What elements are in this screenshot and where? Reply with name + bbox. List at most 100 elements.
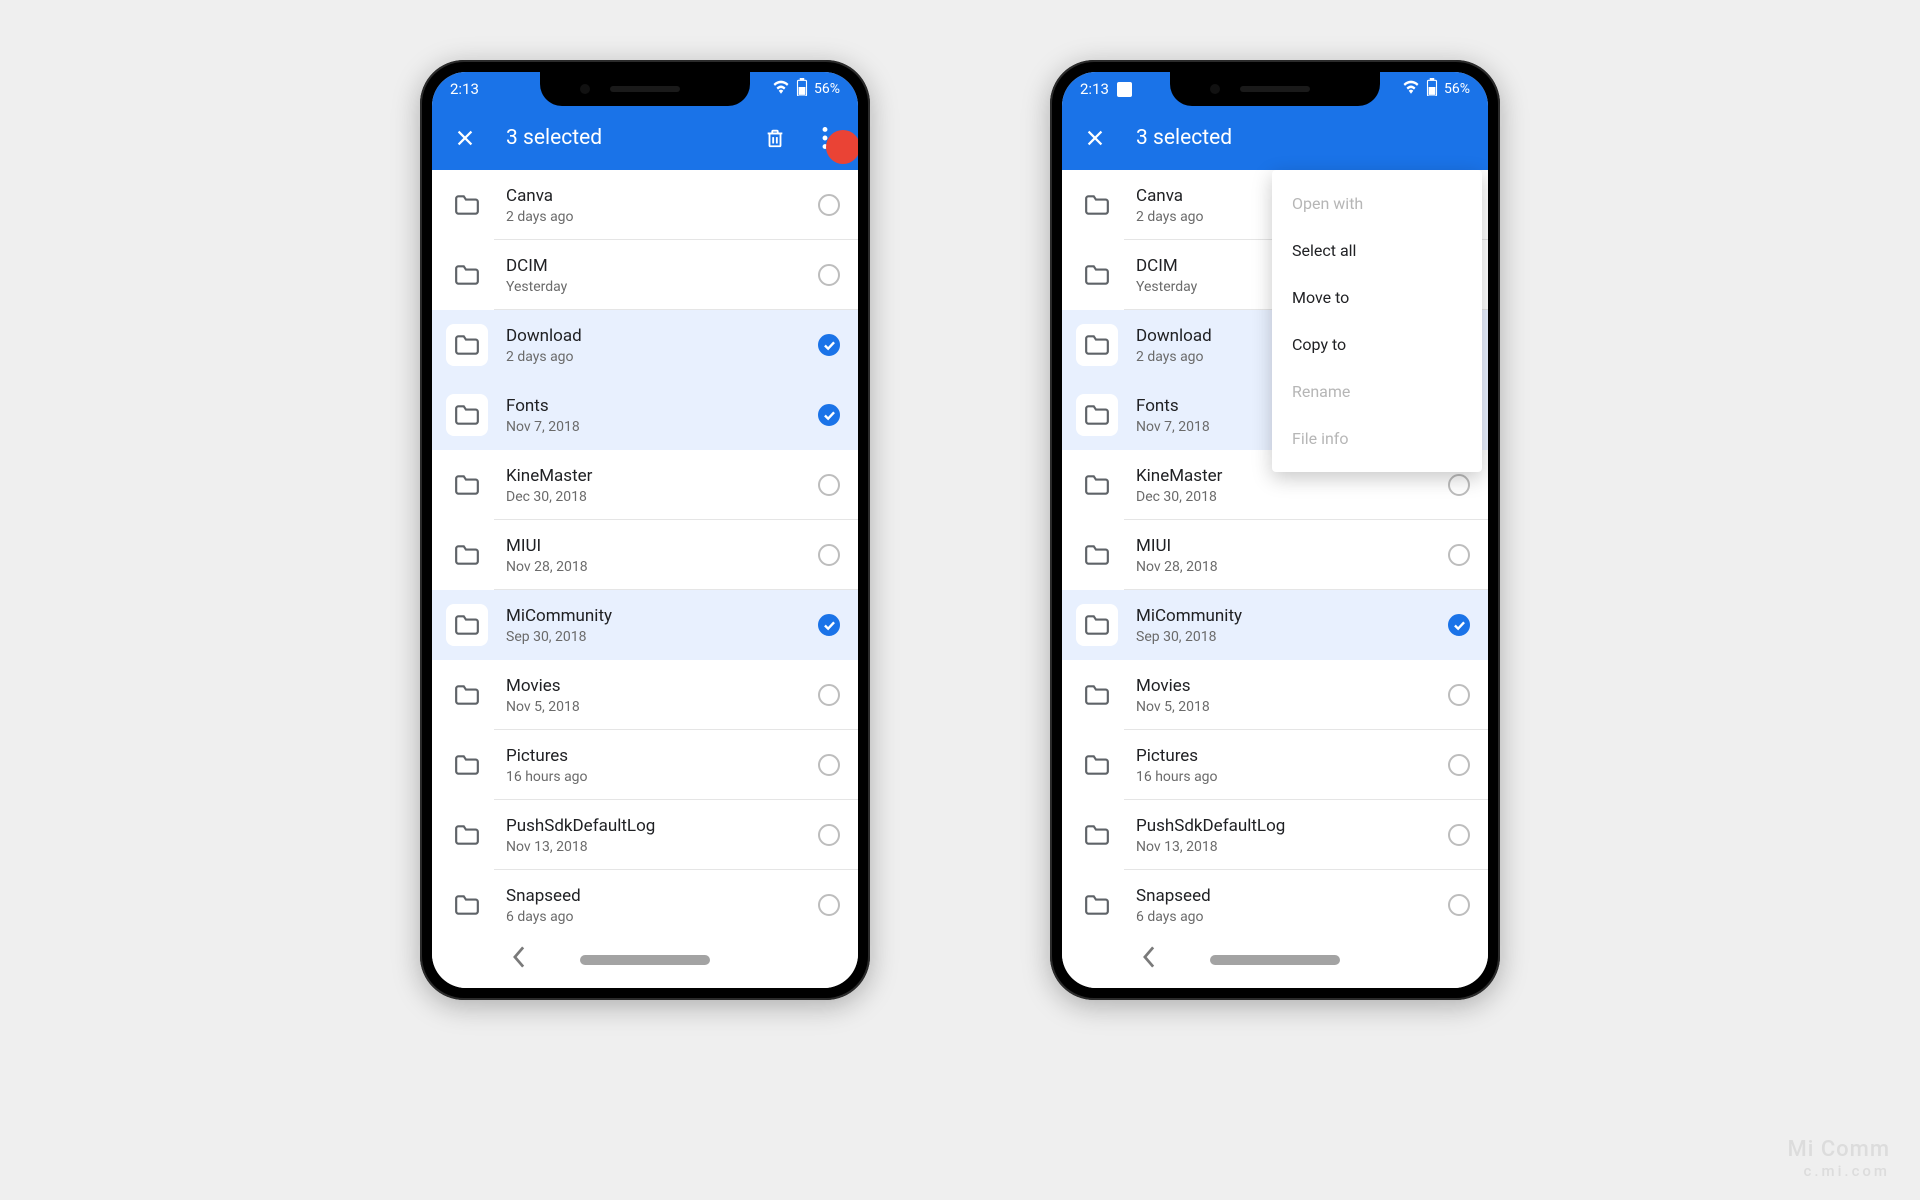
folder-icon <box>450 258 484 292</box>
folder-list[interactable]: Canva 2 days ago DCIMYesterday Download 2 da… <box>432 170 858 932</box>
checkbox-unchecked-icon[interactable] <box>1448 544 1470 566</box>
delete-button[interactable] <box>762 125 788 151</box>
folder-icon <box>450 678 484 712</box>
status-time: 2:13 <box>450 80 479 98</box>
checkbox-unchecked-icon[interactable] <box>1448 824 1470 846</box>
checkbox-checked-icon[interactable] <box>818 334 840 356</box>
folder-name: MIUI <box>1136 536 1448 556</box>
folder-row[interactable]: Download 2 days ago <box>432 310 858 380</box>
folder-icon <box>1080 818 1114 852</box>
folder-timestamp: Sep 30, 2018 <box>1136 629 1448 645</box>
folder-timestamp: 16 hours ago <box>506 769 818 785</box>
folder-icon <box>1080 188 1114 222</box>
battery-icon <box>1426 78 1438 100</box>
folder-icon <box>1080 888 1114 922</box>
checkbox-unchecked-icon[interactable] <box>818 544 840 566</box>
folder-timestamp: Nov 28, 2018 <box>506 559 818 575</box>
phone-left: 2:13 56% 3 selected <box>420 60 870 1000</box>
system-nav-bar <box>432 932 858 988</box>
menu-item[interactable]: Copy to <box>1272 321 1482 368</box>
folder-row[interactable]: MIUI Nov 28, 2018 <box>432 520 858 590</box>
folder-timestamp: 2 days ago <box>506 349 818 365</box>
folder-icon <box>450 188 484 222</box>
folder-timestamp: 16 hours ago <box>1136 769 1448 785</box>
folder-icon <box>450 748 484 782</box>
checkbox-unchecked-icon[interactable] <box>818 754 840 776</box>
folder-row[interactable]: KineMasterDec 30, 2018 <box>432 450 858 520</box>
folder-timestamp: 2 days ago <box>506 209 818 225</box>
folder-icon <box>1080 748 1114 782</box>
folder-name: Pictures <box>1136 746 1448 766</box>
back-button[interactable] <box>512 946 526 974</box>
folder-row[interactable]: FontsNov 7, 2018 <box>432 380 858 450</box>
folder-row[interactable]: MiCommunitySep 30, 2018 <box>1062 590 1488 660</box>
folder-name: MIUI <box>506 536 818 556</box>
checkbox-unchecked-icon[interactable] <box>1448 684 1470 706</box>
folder-row[interactable]: Snapseed6 days ago <box>432 870 858 932</box>
checkbox-unchecked-icon[interactable] <box>818 194 840 216</box>
folder-name: Movies <box>1136 676 1448 696</box>
checkbox-unchecked-icon[interactable] <box>818 264 840 286</box>
overflow-menu: Open withSelect allMove toCopy toRenameF… <box>1272 170 1482 472</box>
status-time: 2:13 <box>1080 80 1109 98</box>
home-pill[interactable] <box>580 955 710 965</box>
battery-icon <box>796 78 808 100</box>
back-button[interactable] <box>1142 946 1156 974</box>
folder-row[interactable]: MiCommunitySep 30, 2018 <box>432 590 858 660</box>
app-bar: 3 selected <box>1062 106 1488 170</box>
folder-row[interactable]: DCIMYesterday <box>432 240 858 310</box>
folder-icon <box>1080 538 1114 572</box>
folder-timestamp: Nov 13, 2018 <box>1136 839 1448 855</box>
folder-timestamp: Nov 5, 2018 <box>506 699 818 715</box>
checkbox-checked-icon[interactable] <box>818 614 840 636</box>
folder-row[interactable]: Snapseed 6 days ago <box>1062 870 1488 932</box>
folder-name: PushSdkDefaultLog <box>506 816 818 836</box>
checkbox-unchecked-icon[interactable] <box>1448 474 1470 496</box>
folder-timestamp: Sep 30, 2018 <box>506 629 818 645</box>
watermark: Mi Comm c.mi.com <box>1788 1137 1891 1180</box>
folder-timestamp: 6 days ago <box>506 909 818 925</box>
display-notch <box>1170 72 1380 106</box>
checkbox-unchecked-icon[interactable] <box>818 684 840 706</box>
close-button[interactable] <box>452 125 478 151</box>
menu-item[interactable]: Select all <box>1272 227 1482 274</box>
home-pill[interactable] <box>1210 955 1340 965</box>
folder-row[interactable]: MoviesNov 5, 2018 <box>1062 660 1488 730</box>
folder-timestamp: Nov 13, 2018 <box>506 839 818 855</box>
folder-icon <box>450 538 484 572</box>
checkbox-unchecked-icon[interactable] <box>818 824 840 846</box>
checkbox-unchecked-icon[interactable] <box>1448 894 1470 916</box>
folder-row[interactable]: Canva 2 days ago <box>432 170 858 240</box>
selection-count: 3 selected <box>1136 126 1232 150</box>
folder-row[interactable]: Pictures16 hours ago <box>432 730 858 800</box>
app-bar: 3 selected <box>432 106 858 170</box>
menu-item: Rename <box>1272 368 1482 415</box>
menu-item[interactable]: Move to <box>1272 274 1482 321</box>
checkbox-unchecked-icon[interactable] <box>1448 754 1470 776</box>
folder-row[interactable]: MoviesNov 5, 2018 <box>432 660 858 730</box>
menu-item: Open with <box>1272 180 1482 227</box>
folder-name: Download <box>506 326 818 346</box>
folder-row[interactable]: MIUINov 28, 2018 <box>1062 520 1488 590</box>
folder-row[interactable]: PushSdkDefaultLogNov 13, 2018 <box>1062 800 1488 870</box>
folder-icon <box>450 888 484 922</box>
folder-icon <box>450 328 484 362</box>
checkbox-checked-icon[interactable] <box>1448 614 1470 636</box>
selection-count: 3 selected <box>506 126 602 150</box>
folder-timestamp: Dec 30, 2018 <box>1136 489 1448 505</box>
folder-timestamp: Dec 30, 2018 <box>506 489 818 505</box>
folder-name: Canva <box>506 186 818 206</box>
checkbox-unchecked-icon[interactable] <box>818 894 840 916</box>
folder-icon <box>1080 468 1114 502</box>
wifi-icon <box>772 80 790 98</box>
folder-icon <box>450 468 484 502</box>
folder-row[interactable]: Pictures 16 hours ago <box>1062 730 1488 800</box>
system-nav-bar <box>1062 932 1488 988</box>
checkbox-unchecked-icon[interactable] <box>818 474 840 496</box>
folder-icon <box>450 608 484 642</box>
folder-timestamp: 6 days ago <box>1136 909 1448 925</box>
checkbox-checked-icon[interactable] <box>818 404 840 426</box>
folder-row[interactable]: PushSdkDefaultLog Nov 13, 2018 <box>432 800 858 870</box>
close-button[interactable] <box>1082 125 1108 151</box>
folder-name: Snapseed <box>1136 886 1448 906</box>
